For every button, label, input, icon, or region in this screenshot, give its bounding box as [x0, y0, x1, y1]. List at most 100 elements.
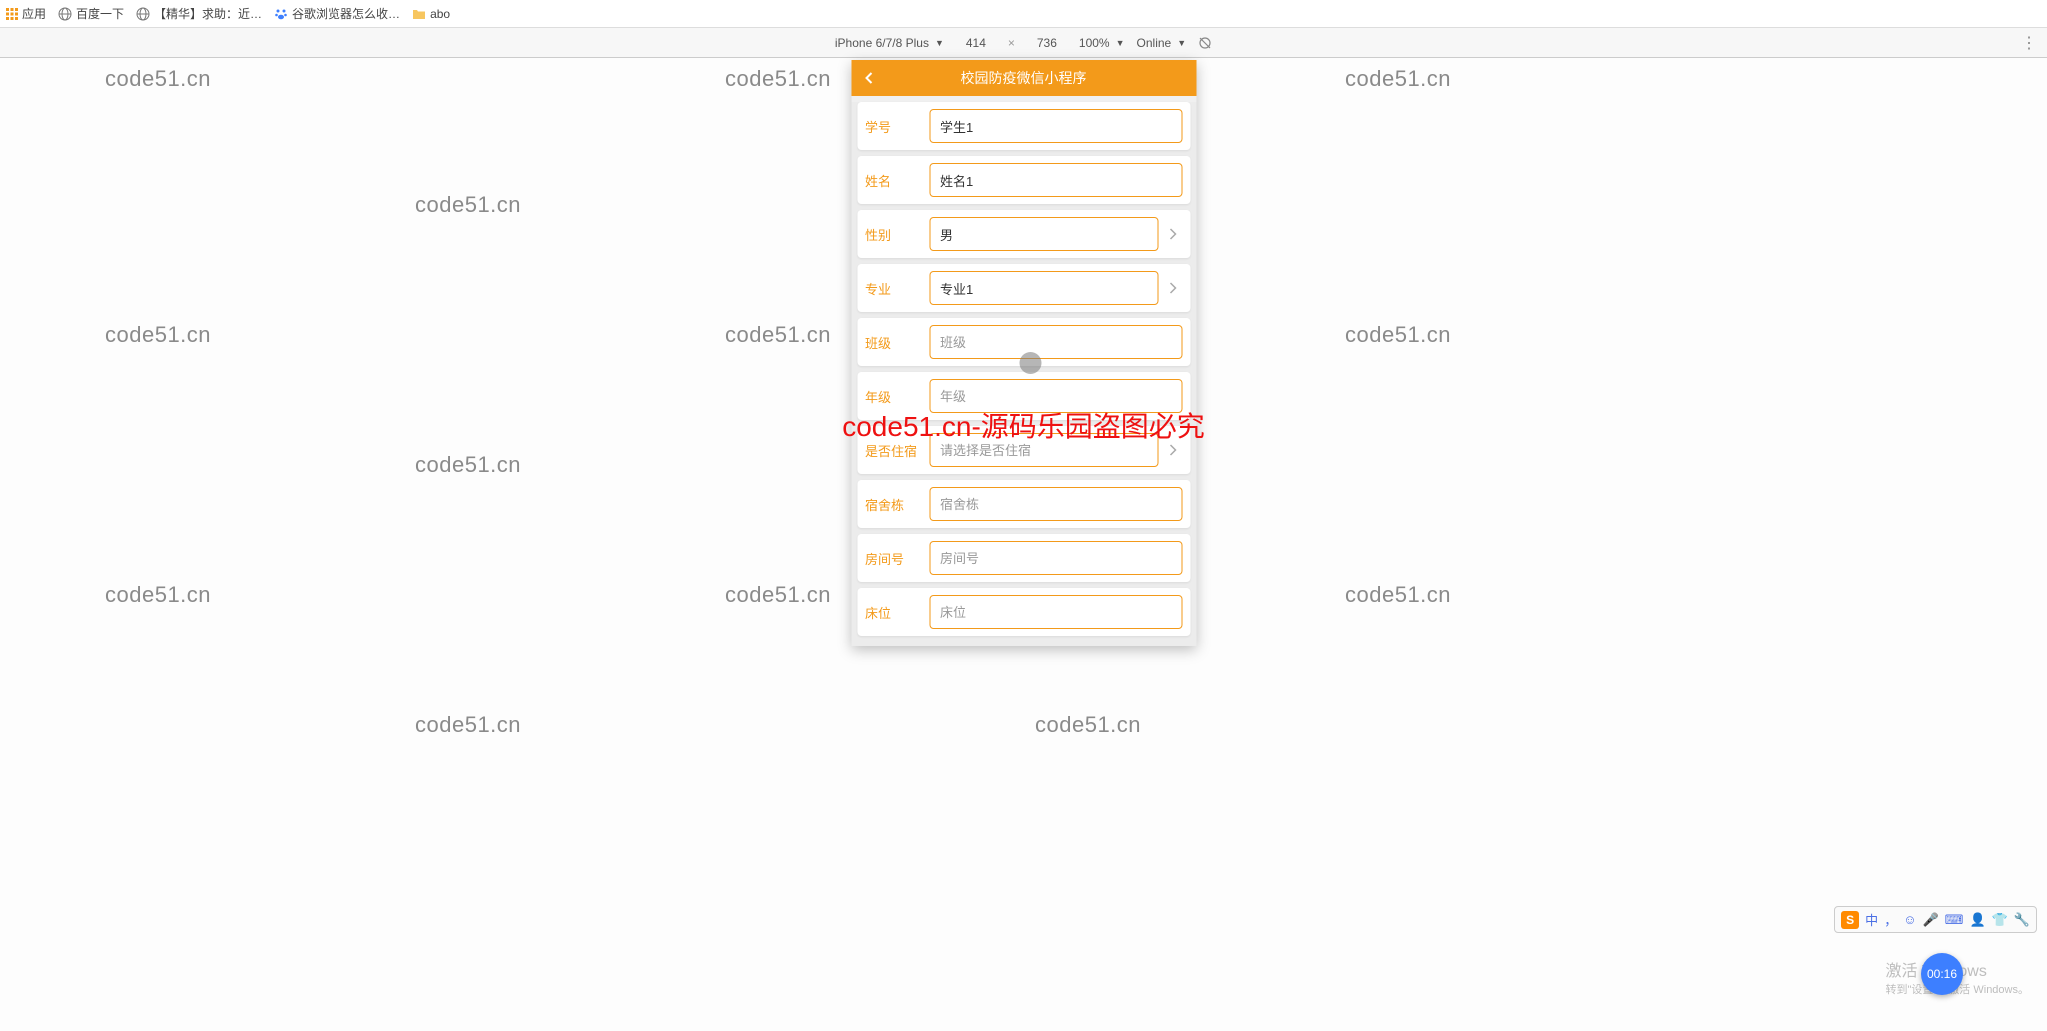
- bookmark-label: 百度一下: [76, 5, 124, 22]
- field-label: 房间号: [865, 549, 929, 568]
- apps-label: 应用: [22, 5, 46, 22]
- device-frame: 校园防疫微信小程序 学号 姓名 性别: [851, 60, 1196, 646]
- input-wrap[interactable]: [929, 109, 1182, 143]
- sogou-icon: S: [1841, 911, 1859, 929]
- field-label: 年级: [865, 387, 929, 406]
- major-select[interactable]: [940, 281, 1147, 296]
- dimension-separator: ×: [1008, 36, 1015, 50]
- field-label: 姓名: [865, 171, 929, 190]
- video-time: 00:16: [1927, 967, 1957, 981]
- watermark: code51.cn: [1345, 582, 1451, 608]
- input-wrap[interactable]: [929, 217, 1158, 251]
- caret-down-icon: ▼: [1116, 38, 1125, 48]
- globe-icon: [136, 7, 150, 21]
- apps-grid-icon: [6, 8, 18, 20]
- dorm-building-input[interactable]: [940, 497, 1171, 512]
- field-label: 学号: [865, 117, 929, 136]
- watermark: code51.cn: [1345, 66, 1451, 92]
- field-bed: 床位: [857, 588, 1190, 636]
- app-header: 校园防疫微信小程序: [851, 60, 1196, 96]
- bookmark-label: abo: [430, 7, 450, 21]
- bookmarks-bar: 应用 百度一下 【精华】求助：近… 谷歌浏览器怎么收… abo: [0, 0, 2047, 28]
- bookmark-abo[interactable]: abo: [412, 7, 450, 21]
- throttling-select[interactable]: Online ▼: [1137, 36, 1187, 50]
- bed-input[interactable]: [940, 605, 1171, 620]
- throttling-value: Online: [1137, 36, 1172, 50]
- watermark: code51.cn: [725, 322, 831, 348]
- input-wrap[interactable]: [929, 379, 1182, 413]
- field-student-id: 学号: [857, 102, 1190, 150]
- folder-icon: [412, 7, 426, 21]
- field-room: 房间号: [857, 534, 1190, 582]
- chevron-right-icon[interactable]: [1162, 443, 1182, 457]
- ime-skin-icon: 👕: [1992, 912, 2008, 928]
- name-input[interactable]: [940, 173, 1171, 188]
- field-label: 班级: [865, 333, 929, 352]
- field-label: 床位: [865, 603, 929, 622]
- back-button[interactable]: [851, 60, 887, 96]
- app-title: 校园防疫微信小程序: [851, 68, 1196, 88]
- watermark: code51.cn: [105, 582, 211, 608]
- input-wrap[interactable]: [929, 433, 1158, 467]
- watermark: code51.cn: [415, 712, 521, 738]
- globe-icon: [58, 7, 72, 21]
- field-label: 宿舍栋: [865, 495, 929, 514]
- student-id-input[interactable]: [940, 119, 1171, 134]
- canvas-area: code51.cn code51.cn code51.cn code51.cn …: [0, 58, 2047, 1031]
- input-wrap[interactable]: [929, 325, 1182, 359]
- field-name: 姓名: [857, 156, 1190, 204]
- field-class: 班级: [857, 318, 1190, 366]
- ime-mic-icon: 🎤: [1922, 912, 1938, 928]
- ime-toolbar[interactable]: S 中 ， ☺ 🎤 ⌨ 👤 👕 🔧: [1834, 906, 2037, 933]
- devtools-device-toolbar: iPhone 6/7/8 Plus ▼ 414 × 736 100% ▼ Onlin…: [0, 28, 2047, 58]
- watermark: code51.cn: [1345, 322, 1451, 348]
- field-label: 专业: [865, 279, 929, 298]
- dimension-height[interactable]: 736: [1027, 36, 1067, 50]
- field-dorm-select: 是否住宿: [857, 426, 1190, 474]
- device-name: iPhone 6/7/8 Plus: [835, 36, 929, 50]
- paw-icon: [274, 7, 288, 21]
- zoom-select[interactable]: 100% ▼: [1079, 36, 1125, 50]
- bookmark-label: 谷歌浏览器怎么收…: [292, 5, 400, 22]
- kebab-menu-icon[interactable]: ⋮: [2021, 33, 2037, 53]
- apps-button[interactable]: 应用: [6, 5, 46, 22]
- dorm-select[interactable]: [940, 443, 1147, 458]
- zoom-value: 100%: [1079, 36, 1110, 50]
- bookmark-label: 【精华】求助：近…: [154, 5, 262, 22]
- watermark: code51.cn: [415, 452, 521, 478]
- input-wrap[interactable]: [929, 595, 1182, 629]
- input-wrap[interactable]: [929, 541, 1182, 575]
- bookmark-google-ext[interactable]: 谷歌浏览器怎么收…: [274, 5, 400, 22]
- ime-user-icon: 👤: [1969, 912, 1985, 928]
- dimension-width[interactable]: 414: [956, 36, 996, 50]
- form: 学号 姓名 性别 专业: [851, 102, 1196, 646]
- device-select[interactable]: iPhone 6/7/8 Plus ▼: [835, 36, 944, 50]
- caret-down-icon: ▼: [935, 38, 944, 48]
- input-wrap[interactable]: [929, 271, 1158, 305]
- chevron-right-icon[interactable]: [1162, 281, 1182, 295]
- field-gender: 性别: [857, 210, 1190, 258]
- bookmark-baidu[interactable]: 百度一下: [58, 5, 124, 22]
- grade-input[interactable]: [940, 389, 1171, 404]
- input-wrap[interactable]: [929, 487, 1182, 521]
- bookmark-jinghua[interactable]: 【精华】求助：近…: [136, 5, 262, 22]
- watermark: code51.cn: [1035, 712, 1141, 738]
- field-grade: 年级: [857, 372, 1190, 420]
- class-input[interactable]: [940, 335, 1171, 350]
- room-input[interactable]: [940, 551, 1171, 566]
- field-dorm-building: 宿舍栋: [857, 480, 1190, 528]
- input-wrap[interactable]: [929, 163, 1182, 197]
- chevron-right-icon[interactable]: [1162, 227, 1182, 241]
- chevron-left-icon: [862, 71, 876, 85]
- gender-select[interactable]: [940, 227, 1147, 242]
- watermark: code51.cn: [105, 322, 211, 348]
- watermark: code51.cn: [105, 66, 211, 92]
- field-label: 是否住宿: [865, 441, 929, 460]
- caret-down-icon: ▼: [1177, 38, 1186, 48]
- watermark: code51.cn: [725, 582, 831, 608]
- watermark: code51.cn: [725, 66, 831, 92]
- ime-cn-label: 中: [1865, 910, 1878, 929]
- video-timestamp-bubble[interactable]: 00:16: [1921, 953, 1963, 995]
- watermark: code51.cn: [415, 192, 521, 218]
- rotate-icon[interactable]: [1198, 36, 1212, 50]
